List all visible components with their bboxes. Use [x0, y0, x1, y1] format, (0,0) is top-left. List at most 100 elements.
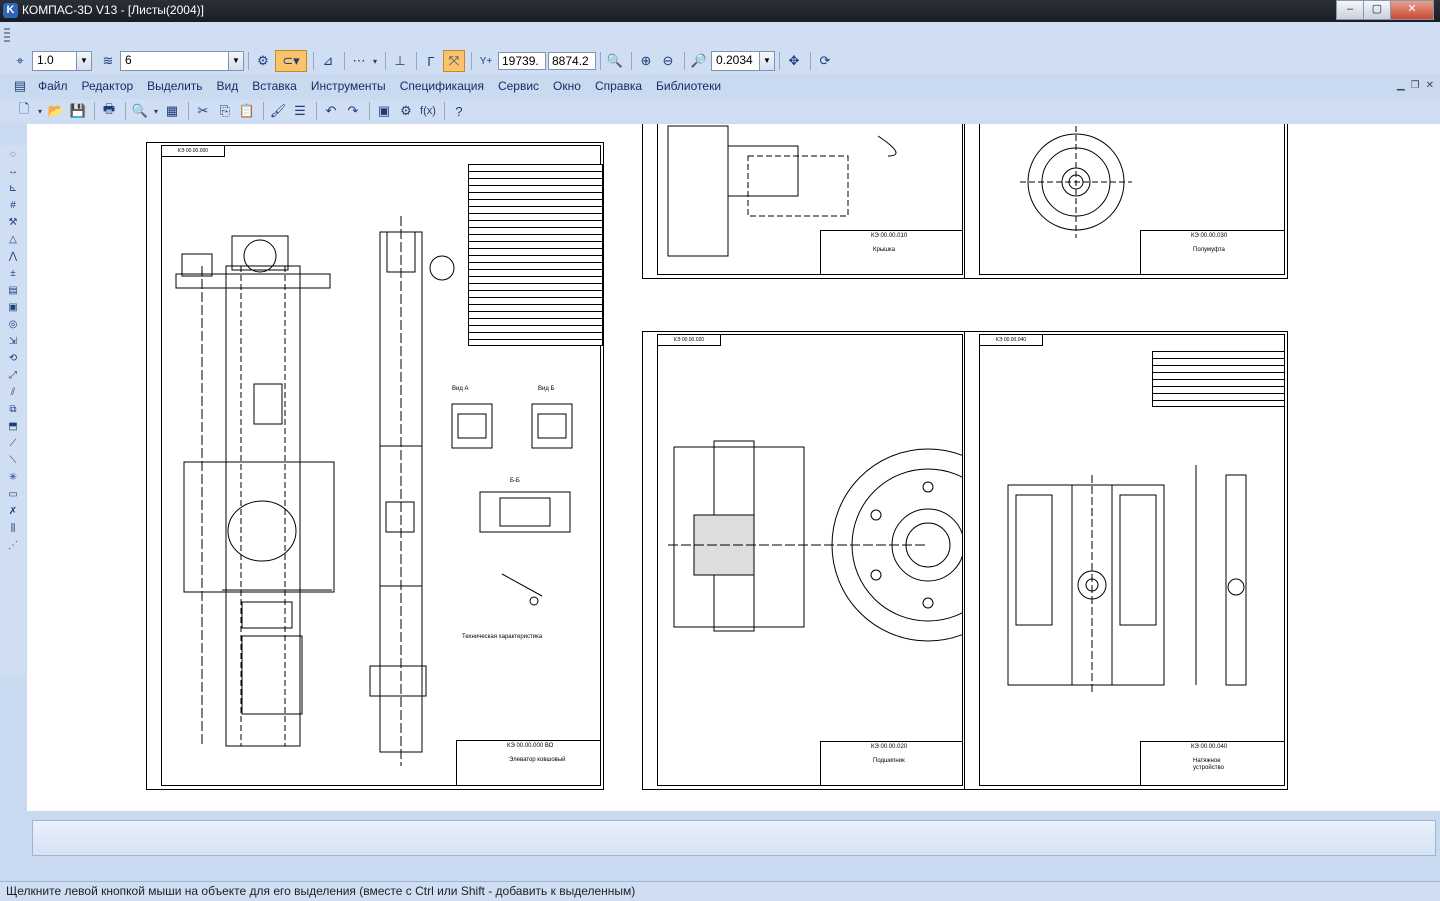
grid-dropdown-icon[interactable]: ▾: [371, 51, 379, 71]
drawing-canvas[interactable]: КЭ 00.00.000 Вид А Вид Б Б-Б Техническая…: [27, 124, 1440, 811]
menu-window[interactable]: Окно: [553, 79, 581, 93]
pan-icon[interactable]: ✥: [784, 51, 804, 71]
save-icon[interactable]: 💾: [68, 101, 88, 121]
y-coord-field[interactable]: 8874.2: [548, 52, 596, 70]
geometry-icon[interactable]: ◌: [4, 147, 22, 162]
split-icon[interactable]: ✳: [4, 470, 22, 485]
refresh-icon[interactable]: ⟳: [815, 51, 835, 71]
window-titlebar: K КОМПАС-3D V13 - [Листы(2004)] ‒ ▢ ✕: [0, 0, 1440, 22]
menu-file[interactable]: Файл: [38, 79, 68, 93]
sheet-elevator[interactable]: КЭ 00.00.000 Вид А Вид Б Б-Б Техническая…: [146, 142, 604, 790]
tech-char-title: Техническая характеристика: [462, 634, 543, 640]
menu-service[interactable]: Сервис: [498, 79, 539, 93]
doc-minimize-button[interactable]: ▁: [1397, 80, 1405, 91]
properties-list-icon[interactable]: ☰: [290, 101, 310, 121]
dimensions-icon[interactable]: ↔: [4, 164, 22, 179]
reports-icon[interactable]: ▤: [4, 283, 22, 298]
expand-icon[interactable]: ⋰: [4, 538, 22, 553]
zoom-window-icon[interactable]: 🔍: [605, 51, 625, 71]
designations-icon[interactable]: ⊾: [4, 181, 22, 196]
close-button[interactable]: ✕: [1390, 0, 1434, 20]
doc-close-button[interactable]: ✕: [1426, 80, 1434, 91]
tension-device-drawing: [1007, 465, 1247, 695]
measure-icon[interactable]: △: [4, 232, 22, 247]
title-block-cover: КЭ 00.00.010 Крышка: [820, 230, 963, 275]
new-file-icon[interactable]: 🗋: [14, 101, 34, 121]
menu-select[interactable]: Выделить: [147, 79, 202, 93]
minimize-button[interactable]: ‒: [1336, 0, 1364, 20]
sheet-cover[interactable]: КЭ 00.00.010 Крышка: [642, 124, 966, 279]
library-icon[interactable]: ⚙: [396, 101, 416, 121]
menu-specification[interactable]: Спецификация: [400, 79, 484, 93]
grid-icon[interactable]: ⋯: [349, 51, 369, 71]
title-block-bearing: КЭ 00.00.020 Подшипник: [820, 741, 963, 786]
menu-help[interactable]: Справка: [595, 79, 642, 93]
x-coord-field[interactable]: 19739.: [498, 52, 546, 70]
scale-icon[interactable]: ⤢: [4, 368, 22, 383]
menu-tools[interactable]: Инструменты: [311, 79, 386, 93]
cleanup-icon[interactable]: ⫼: [4, 521, 22, 536]
layers-manager-icon[interactable]: ▣: [374, 101, 394, 121]
layers-icon[interactable]: ≋: [98, 51, 118, 71]
redo-icon[interactable]: ↷: [343, 101, 363, 121]
select-icon[interactable]: ⋀: [4, 249, 22, 264]
step-combo[interactable]: 1.0 ▼: [32, 51, 92, 71]
properties-panel[interactable]: [32, 820, 1436, 856]
copy-icon[interactable]: ⎘: [215, 101, 235, 121]
snap-step-icon[interactable]: ⌖: [10, 51, 30, 71]
maximize-button[interactable]: ▢: [1363, 0, 1391, 20]
round-icon[interactable]: Γ: [421, 51, 441, 71]
preview-dropdown-icon[interactable]: ▾: [152, 101, 160, 121]
document-icon[interactable]: ▤: [10, 76, 30, 96]
delete-icon[interactable]: ✗: [4, 504, 22, 519]
cut-icon[interactable]: ✂: [193, 101, 213, 121]
paste-icon[interactable]: 📋: [237, 101, 257, 121]
magnet-snap-icon[interactable]: ⊂▾: [275, 50, 307, 72]
cursor-snap-icon[interactable]: ⤧: [443, 50, 465, 72]
open-file-icon[interactable]: 📂: [46, 101, 66, 121]
deform-icon[interactable]: ⬒: [4, 419, 22, 434]
print-icon[interactable]: 🖶: [99, 101, 119, 121]
spec-icon[interactable]: ±: [4, 266, 22, 281]
toolbar-grip[interactable]: [4, 28, 10, 42]
coord-label: Y+: [479, 55, 493, 67]
insert-icon[interactable]: ▣: [4, 300, 22, 315]
parametrization-icon[interactable]: ⚒: [4, 215, 22, 230]
manager-icon[interactable]: ▦: [162, 101, 182, 121]
doc-restore-button[interactable]: ❐: [1411, 80, 1420, 91]
copy-objects-icon[interactable]: ⧉: [4, 402, 22, 417]
menu-libraries[interactable]: Библиотеки: [656, 79, 721, 93]
sheet-half-coupling-top[interactable]: КЭ 00.00.030 Полумуфта: [964, 124, 1288, 279]
edit-icon[interactable]: #: [4, 198, 22, 213]
variables-icon[interactable]: f(x): [418, 101, 438, 121]
view-icon[interactable]: ▭: [4, 487, 22, 502]
menu-editor[interactable]: Редактор: [82, 79, 134, 93]
zoom-in-icon[interactable]: ⊕: [636, 51, 656, 71]
fragment-icon[interactable]: ◎: [4, 317, 22, 332]
local-cs-icon[interactable]: ⊥: [390, 51, 410, 71]
menu-view[interactable]: Вид: [217, 79, 239, 93]
preview-icon[interactable]: 🔍: [130, 101, 150, 121]
status-hint: Щелкните левой кнопкой мыши на объекте д…: [6, 884, 636, 898]
zoom-combo[interactable]: 0.2034 ▼: [711, 51, 775, 71]
break-icon[interactable]: ⟍: [4, 453, 22, 468]
properties-icon[interactable]: ⚙: [253, 51, 273, 71]
menu-bar: ▤ Файл Редактор Выделить Вид Вставка Инс…: [0, 75, 1440, 97]
move-icon[interactable]: ⇲: [4, 334, 22, 349]
zoom-out-icon[interactable]: ⊖: [658, 51, 678, 71]
menu-insert[interactable]: Вставка: [252, 79, 297, 93]
zoom-scale-icon[interactable]: 🔎: [689, 51, 709, 71]
mirror-icon[interactable]: ⫽: [4, 385, 22, 400]
undo-icon[interactable]: ↶: [321, 101, 341, 121]
window-title: КОМПАС-3D V13 - [Листы(2004)]: [22, 3, 204, 17]
rotate-icon[interactable]: ⟲: [4, 351, 22, 366]
sheet-tension-device[interactable]: КЭ 00.00.040 КЭ 00.00.040 Натяжное устро…: [964, 331, 1288, 790]
kompas-logo-icon: K: [3, 3, 18, 18]
layer-combo[interactable]: 6 ▼: [120, 51, 244, 71]
format-brush-icon[interactable]: 🖌: [268, 101, 288, 121]
trim-icon[interactable]: ⟋: [4, 436, 22, 451]
ortho-icon[interactable]: ⊿: [318, 51, 338, 71]
new-dropdown-icon[interactable]: ▾: [36, 101, 44, 121]
sheet-bearing[interactable]: КЭ 00.00.020 КЭ 00.00.020 Подшипник: [642, 331, 966, 790]
context-help-icon[interactable]: ?: [449, 101, 469, 121]
